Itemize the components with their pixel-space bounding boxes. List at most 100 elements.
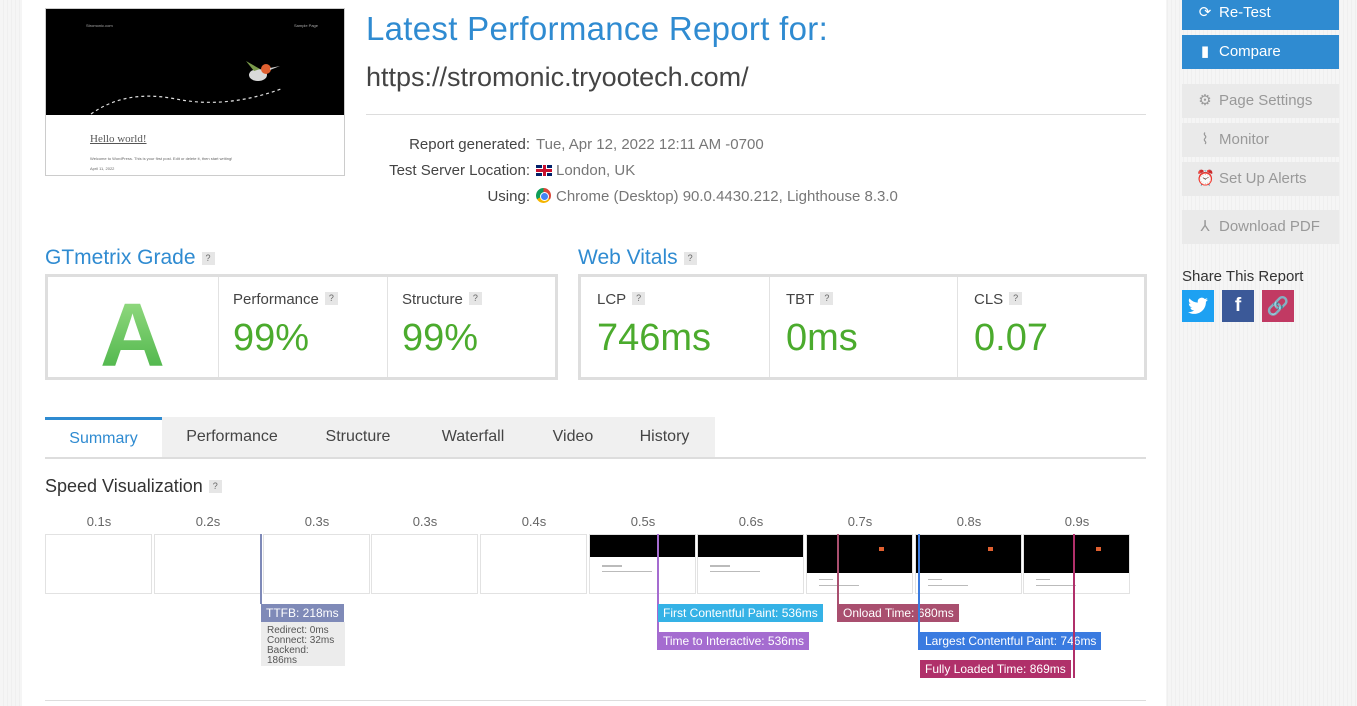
pulse-icon: ⌇	[1201, 131, 1209, 148]
frame-hero	[590, 535, 695, 557]
filmstrip-frame[interactable]	[697, 534, 804, 594]
help-icon[interactable]: ?	[208, 480, 222, 493]
performance-value: 99%	[233, 317, 310, 359]
filmstrip-frame[interactable]	[154, 534, 261, 594]
filmstrip-frame[interactable]	[371, 534, 478, 594]
frame-hero	[807, 535, 912, 573]
meta-location-value: London, UK	[556, 162, 636, 179]
facebook-share-icon[interactable]: f	[1222, 290, 1254, 322]
tab-performance[interactable]: Performance	[162, 417, 302, 457]
frame-time: 0.3s	[304, 514, 330, 529]
help-icon[interactable]: ?	[683, 252, 697, 265]
filmstrip-frame[interactable]	[915, 534, 1022, 594]
lcp-label-wrap: LCP?	[597, 291, 646, 308]
gear-icon: ⚙	[1198, 92, 1212, 109]
web-vitals-box: LCP? 746ms TBT? 0ms CLS? 0.07	[578, 274, 1147, 380]
frame-time: 0.1s	[86, 514, 112, 529]
divider	[366, 114, 1146, 115]
set-up-alerts-button[interactable]: ⏰ Set Up Alerts	[1182, 162, 1339, 196]
tabs-divider	[45, 457, 1146, 459]
lcp-value: 746ms	[597, 317, 712, 359]
filmstrip-frame[interactable]	[263, 534, 370, 594]
compare-button[interactable]: ▮ Compare	[1182, 35, 1339, 69]
meta-location-label: Test Server Location:	[389, 162, 530, 179]
help-icon[interactable]: ?	[632, 292, 646, 305]
frame-time: 0.5s	[630, 514, 656, 529]
fcp-label: First Contentful Paint: 536ms	[658, 604, 823, 622]
page-title: Latest Performance Report for:	[366, 10, 829, 47]
frame-time: 0.4s	[521, 514, 547, 529]
speed-visualization-heading: Speed Visualization?	[45, 476, 222, 497]
filmstrip-frame[interactable]	[1023, 534, 1130, 594]
filmstrip-frame[interactable]	[480, 534, 587, 594]
link-share-icon[interactable]: 🔗	[1262, 290, 1294, 322]
structure-cell: Structure? 99%	[387, 277, 555, 377]
thumbnail-sample-page: Sample Page	[293, 23, 318, 28]
alarm-clock-icon: ⏰	[1196, 170, 1215, 187]
frame-text-line	[710, 571, 760, 572]
help-icon[interactable]: ?	[1009, 292, 1023, 305]
tab-waterfall[interactable]: Waterfall	[414, 417, 532, 457]
help-icon[interactable]: ?	[468, 292, 482, 305]
tti-label: Time to Interactive: 536ms	[658, 632, 809, 650]
filmstrip-frame[interactable]	[45, 534, 152, 594]
tbt-cell: TBT? 0ms	[769, 277, 957, 377]
frame-bird-icon	[1096, 547, 1101, 551]
frame-time: 0.6s	[738, 514, 764, 529]
lcp-cell: LCP? 746ms	[581, 277, 769, 377]
frame-text-line	[928, 579, 942, 580]
pdf-icon: ⅄	[1200, 218, 1210, 235]
twitter-share-icon[interactable]	[1182, 290, 1214, 322]
structure-value: 99%	[402, 317, 479, 359]
web-vitals-title: Web Vitals	[578, 246, 678, 269]
report-tabs: Summary Performance Structure Waterfall …	[45, 417, 1146, 459]
page-settings-button[interactable]: ⚙ Page Settings	[1182, 84, 1339, 118]
tbt-label-wrap: TBT?	[786, 291, 834, 308]
compare-icon: ▮	[1200, 43, 1210, 60]
help-icon[interactable]: ?	[324, 292, 338, 305]
monitor-label: Monitor	[1219, 131, 1270, 148]
meta-location-value-wrap: London, UK	[536, 162, 635, 179]
share-heading: Share This Report	[1182, 268, 1304, 285]
tab-video[interactable]: Video	[532, 417, 614, 457]
cls-label-wrap: CLS?	[974, 291, 1023, 308]
chrome-icon	[536, 188, 551, 203]
refresh-icon: ⟳	[1198, 4, 1212, 21]
fully-loaded-label: Fully Loaded Time: 869ms	[920, 660, 1071, 678]
sidebar: ⟳ Re-Test ▮ Compare ⚙ Page Settings ⌇ Monito…	[1166, 0, 1357, 706]
tbt-label: TBT	[786, 291, 815, 308]
web-vitals-heading: Web Vitals?	[578, 246, 697, 270]
page-screenshot-thumbnail: Stromonic.com Sample Page Hello world! W…	[45, 8, 345, 176]
compare-label: Compare	[1219, 43, 1281, 60]
help-icon[interactable]: ?	[820, 292, 834, 305]
meta-using-label: Using:	[487, 188, 530, 205]
filmstrip-frame[interactable]	[806, 534, 913, 594]
gtmetrix-grade-box: A Performance? 99% Structure? 99%	[45, 274, 558, 386]
ttfb-breakdown: Redirect: 0ms Connect: 32ms Backend: 186…	[261, 622, 345, 666]
frame-text-line	[928, 585, 968, 586]
frame-hero	[916, 535, 1021, 573]
retest-button[interactable]: ⟳ Re-Test	[1182, 0, 1339, 30]
thumbnail-hello-world: Hello world!	[90, 133, 147, 145]
report-url: https://stromonic.tryootech.com/	[366, 62, 749, 92]
speed-visualization-title: Speed Visualization	[45, 476, 203, 496]
cls-label: CLS	[974, 291, 1004, 308]
tab-structure[interactable]: Structure	[302, 417, 414, 457]
meta-using-value-wrap: Chrome (Desktop) 90.0.4430.212, Lighthou…	[536, 188, 898, 205]
retest-label: Re-Test	[1219, 4, 1271, 21]
help-icon[interactable]: ?	[201, 252, 215, 265]
download-pdf-button[interactable]: ⅄ Download PDF	[1182, 210, 1339, 244]
grade-letter: A	[100, 286, 165, 386]
monitor-button[interactable]: ⌇ Monitor	[1182, 123, 1339, 157]
tab-history[interactable]: History	[614, 417, 715, 457]
filmstrip-frame[interactable]	[589, 534, 696, 594]
divider	[45, 700, 1146, 701]
frame-time: 0.2s	[195, 514, 221, 529]
page-settings-label: Page Settings	[1219, 92, 1313, 109]
cls-cell: CLS? 0.07	[957, 277, 1144, 377]
tab-summary[interactable]: Summary	[45, 417, 162, 457]
performance-label: Performance	[233, 291, 319, 308]
thumbnail-date: April 11, 2022	[90, 166, 115, 171]
frame-text-line	[819, 585, 859, 586]
frame-time: 0.7s	[847, 514, 873, 529]
